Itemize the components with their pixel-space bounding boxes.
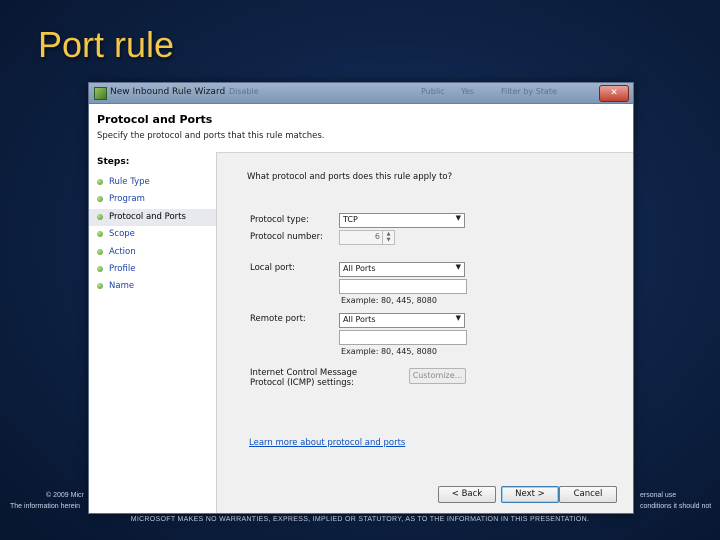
local-port-input[interactable]: [339, 279, 467, 294]
step-rule-type[interactable]: Rule Type: [89, 174, 216, 191]
footer-right-2: conditions it should not: [640, 503, 712, 510]
close-button[interactable]: ✕: [599, 85, 629, 102]
step-bullet-icon: [97, 231, 103, 238]
remote-port-select[interactable]: All Ports ▼: [339, 313, 465, 328]
footer-disclaimer: MICROSOFT MAKES NO WARRANTIES, EXPRESS, …: [130, 516, 590, 523]
page-title: Protocol and Ports: [97, 113, 213, 126]
step-label: Name: [109, 281, 135, 292]
remote-port-value: All Ports: [343, 315, 376, 324]
remote-port-input[interactable]: [339, 330, 467, 345]
step-program[interactable]: Program: [89, 191, 216, 208]
steps-pane: Steps: Rule Type Program Protocol and Po…: [89, 152, 217, 513]
spinner-arrows-icon[interactable]: ▲ ▼: [382, 231, 394, 244]
remote-port-label: Remote port:: [250, 314, 306, 324]
local-port-example: Example: 80, 445, 8080: [341, 296, 437, 305]
wizard-window: New Inbound Rule Wizard Disable Public Y…: [88, 82, 634, 514]
step-profile[interactable]: Profile: [89, 261, 216, 278]
page-subtitle: Specify the protocol and ports that this…: [97, 131, 325, 141]
firewall-icon: [94, 87, 107, 100]
protocol-number-spinner[interactable]: 6 ▲ ▼: [339, 230, 395, 245]
step-bullet-icon: [97, 179, 103, 185]
protocol-type-value: TCP: [343, 215, 358, 224]
step-label: Profile: [109, 263, 136, 274]
step-label: Protocol and Ports: [109, 211, 186, 222]
step-label: Program: [109, 194, 145, 205]
background-text: Public: [421, 87, 445, 96]
protocol-type-select[interactable]: TCP ▼: [339, 213, 465, 228]
step-scope[interactable]: Scope: [89, 226, 216, 243]
footer-info: The information herein: [10, 503, 81, 510]
slide-title: Port rule: [38, 24, 175, 65]
question-text: What protocol and ports does this rule a…: [247, 172, 453, 182]
footer-copyright: © 2009 Micr: [46, 492, 84, 499]
steps-list: Rule Type Program Protocol and Ports Sco…: [89, 174, 216, 296]
step-bullet-icon: [97, 213, 103, 220]
icmp-settings-label: Internet Control Message Protocol (ICMP)…: [250, 368, 358, 388]
step-bullet-icon: [97, 265, 103, 272]
step-protocol-and-ports[interactable]: Protocol and Ports: [89, 208, 216, 227]
next-button[interactable]: Next >: [501, 486, 559, 503]
protocol-number-label: Protocol number:: [250, 232, 323, 242]
step-label: Scope: [109, 229, 135, 240]
wizard-header: Protocol and Ports Specify the protocol …: [89, 104, 633, 153]
wizard-content: What protocol and ports does this rule a…: [217, 152, 633, 513]
background-text: Disable: [229, 87, 259, 96]
background-text: Filter by State: [501, 87, 557, 96]
close-icon: ✕: [610, 88, 618, 98]
dropdown-arrow-icon: ▼: [455, 214, 461, 222]
local-port-label: Local port:: [250, 263, 296, 273]
steps-label: Steps:: [97, 157, 130, 167]
window-title: New Inbound Rule Wizard: [110, 87, 226, 97]
dropdown-arrow-icon: ▼: [455, 314, 461, 322]
step-label: Action: [109, 246, 136, 257]
window-titlebar[interactable]: New Inbound Rule Wizard Disable Public Y…: [89, 83, 633, 104]
protocol-type-label: Protocol type:: [250, 215, 309, 225]
local-port-value: All Ports: [343, 264, 376, 273]
local-port-select[interactable]: All Ports ▼: [339, 262, 465, 277]
step-bullet-icon: [97, 248, 103, 255]
step-name[interactable]: Name: [89, 278, 216, 295]
step-action[interactable]: Action: [89, 244, 216, 261]
footer-right-1: ersonal use: [640, 492, 677, 499]
remote-port-example: Example: 80, 445, 8080: [341, 347, 437, 356]
customize-button[interactable]: Customize...: [409, 368, 466, 384]
background-text: Yes: [461, 87, 474, 96]
cancel-button[interactable]: Cancel: [559, 486, 617, 503]
learn-more-link[interactable]: Learn more about protocol and ports: [249, 438, 405, 448]
step-bullet-icon: [97, 283, 103, 290]
step-label: Rule Type: [109, 177, 150, 187]
dropdown-arrow-icon: ▼: [455, 263, 461, 271]
step-bullet-icon: [97, 196, 103, 203]
protocol-number-value: 6: [374, 232, 380, 241]
back-button[interactable]: < Back: [438, 486, 496, 503]
